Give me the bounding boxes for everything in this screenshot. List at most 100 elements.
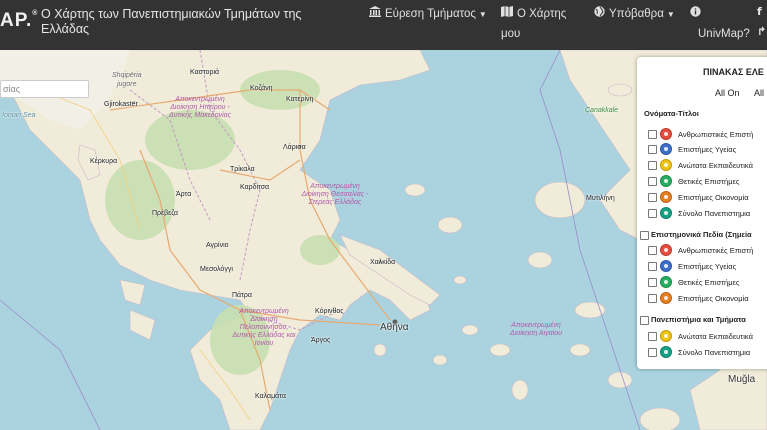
section-heading: Ονόματα-Τίτλοι bbox=[644, 109, 699, 118]
admin-region-label: Αποκεντρωμένη Διοίκηση Ηπείρου - Δυτικής… bbox=[168, 96, 232, 119]
layer-checkbox[interactable] bbox=[648, 331, 657, 341]
map-label: Λάρισα bbox=[283, 144, 306, 151]
caret-down-icon: ▼ bbox=[478, 10, 487, 19]
map-label: Πρέβεζα bbox=[152, 210, 178, 217]
layer-checkbox[interactable] bbox=[648, 160, 657, 170]
layer-item[interactable]: Ανώτατα Εκπαιδευτικά bbox=[648, 158, 753, 172]
globe-icon bbox=[594, 6, 605, 21]
sea-label: Ionian Sea bbox=[2, 112, 36, 119]
layer-checkbox[interactable] bbox=[648, 261, 657, 271]
all-off-button[interactable]: All bbox=[754, 88, 764, 98]
layer-label: Ανώτατα Εκπαιδευτικά bbox=[678, 160, 753, 170]
map-label-athens: Αθήνα bbox=[380, 322, 409, 333]
map-label: Κοζάνη bbox=[250, 85, 273, 92]
section-checkbox[interactable] bbox=[640, 315, 649, 325]
info-menu[interactable]: UnivMap? bbox=[690, 6, 750, 41]
map-label: Αγρίνιο bbox=[206, 242, 229, 249]
map-label: Χαλκίδα bbox=[370, 259, 396, 266]
find-department-label: Εύρεση Τμήματος bbox=[385, 8, 476, 20]
find-department-menu[interactable]: Εύρεση Τμήματος ▼ bbox=[369, 6, 487, 22]
map-label: Άρτα bbox=[176, 191, 192, 198]
legend-panel: ΠΙΝΑΚΑΣ ΕΛΕ All On All Ονόματα-Τίτλοι Αν… bbox=[637, 57, 767, 369]
layer-item[interactable]: Ανθρωπιστικές Επιστή bbox=[648, 243, 753, 257]
basemap-label: Υπόβαθρα bbox=[609, 8, 664, 20]
layer-checkbox[interactable] bbox=[648, 192, 657, 202]
map-label: Κέρκυρα bbox=[90, 158, 118, 165]
marker-icon bbox=[660, 260, 672, 272]
all-on-button[interactable]: All On bbox=[715, 88, 740, 98]
map-label: Καστοριά bbox=[190, 69, 220, 76]
layer-item[interactable]: Σύνολο Πανεπιστημια bbox=[648, 345, 750, 359]
layer-item[interactable]: Θετικές Επιστήμες bbox=[648, 174, 739, 188]
marker-icon bbox=[660, 159, 672, 171]
share-icon[interactable]: ↱ bbox=[757, 25, 766, 38]
layer-label: Θετικές Επιστήμες bbox=[678, 176, 740, 186]
layer-checkbox[interactable] bbox=[648, 176, 657, 186]
admin-region-label: Αποκεντρωμένη Διοίκηση Αιγαίου bbox=[510, 322, 562, 337]
marker-icon bbox=[660, 128, 672, 140]
layer-checkbox[interactable] bbox=[648, 144, 657, 154]
section-heading[interactable]: Επιστημονικά Πεδία (Σημεία bbox=[640, 230, 752, 240]
marker-icon bbox=[660, 346, 672, 358]
layer-item[interactable]: Ανθρωπιστικές Επιστή bbox=[648, 127, 753, 141]
section-checkbox[interactable] bbox=[640, 230, 649, 240]
layer-checkbox[interactable] bbox=[648, 208, 657, 218]
marker-icon bbox=[660, 244, 672, 256]
layer-item[interactable]: Ανώτατα Εκπαιδευτικά bbox=[648, 329, 753, 343]
layer-item[interactable]: Θετικές Επιστήμες bbox=[648, 275, 739, 289]
layer-checkbox[interactable] bbox=[648, 347, 657, 357]
info-icon bbox=[690, 6, 701, 20]
layer-label: Επιστήμες Υγείας bbox=[678, 261, 737, 271]
layer-item[interactable]: Επιστήμες Οικονομία bbox=[648, 190, 749, 204]
map-label: Μεσολόγγι bbox=[200, 266, 233, 273]
map-icon bbox=[501, 6, 513, 21]
marker-icon bbox=[660, 292, 672, 304]
search-input[interactable]: σίας bbox=[0, 80, 89, 98]
my-map-label-1: Ο Χάρτης bbox=[517, 8, 567, 20]
map-label: Καλαμάτα bbox=[255, 393, 286, 400]
layer-label: Επιστήμες Υγείας bbox=[678, 144, 737, 154]
layer-item[interactable]: Σύνολο Πανεπιστημια bbox=[648, 206, 750, 220]
layer-item[interactable]: Επιστήμες Υγείας bbox=[648, 259, 736, 273]
brand-logo[interactable]: AP.® bbox=[0, 10, 38, 32]
map-label: Μυτιλήνη bbox=[586, 195, 615, 202]
map-label: Καρδίτσα bbox=[240, 184, 270, 191]
layer-checkbox[interactable] bbox=[648, 245, 657, 255]
marker-icon bbox=[660, 207, 672, 219]
section-heading[interactable]: Πανεπιστήμια και Τμήματα bbox=[640, 315, 746, 325]
layer-checkbox[interactable] bbox=[648, 293, 657, 303]
marker-icon bbox=[660, 330, 672, 342]
layer-label: Θετικές Επιστήμες bbox=[678, 277, 740, 287]
university-icon bbox=[369, 6, 381, 21]
my-map-menu[interactable]: Ο Χάρτης μου bbox=[501, 6, 566, 41]
map-label: Πάτρα bbox=[232, 292, 252, 299]
admin-region-label: Αποκεντρωμένη Διοίκηση Θεσσαλίας - Στερε… bbox=[301, 183, 369, 206]
marker-icon bbox=[660, 175, 672, 187]
info-label: UnivMap? bbox=[698, 28, 750, 40]
layer-checkbox[interactable] bbox=[648, 129, 657, 139]
marker-icon bbox=[660, 143, 672, 155]
facebook-icon[interactable]: f bbox=[757, 5, 762, 18]
caret-down-icon: ▼ bbox=[666, 10, 675, 19]
marker-icon bbox=[660, 276, 672, 288]
map-label: jugore bbox=[117, 81, 137, 88]
layer-item[interactable]: Επιστήμες Οικονομία bbox=[648, 291, 749, 305]
admin-region-label: Αποκεντρωμένη Διοίκηση Πελοποννήσου, Δυτ… bbox=[232, 308, 296, 347]
map-label: Çanakkale bbox=[585, 107, 619, 114]
layer-item[interactable]: Επιστήμες Υγείας bbox=[648, 142, 736, 156]
top-navbar: AP.® Ο Χάρτης των Πανεπιστημιακών Τμημάτ… bbox=[0, 0, 767, 50]
section-heading-label: Πανεπιστήμια και Τμήματα bbox=[651, 315, 746, 324]
marker-icon bbox=[660, 191, 672, 203]
map-label: Τρίκαλα bbox=[230, 166, 255, 173]
layer-checkbox[interactable] bbox=[648, 277, 657, 287]
basemap-menu[interactable]: Υπόβαθρα ▼ bbox=[594, 6, 675, 22]
layer-label: Ανθρωπιστικές Επιστή bbox=[678, 129, 754, 139]
panel-title: ΠΙΝΑΚΑΣ ΕΛΕ bbox=[703, 67, 764, 77]
layer-label: Ανθρωπιστικές Επιστή bbox=[678, 245, 754, 255]
layer-label: Επιστήμες Οικονομία bbox=[678, 192, 749, 202]
map-label: Κόρινθος bbox=[315, 308, 344, 315]
map-label: Άργος bbox=[311, 337, 331, 344]
layer-label: Σύνολο Πανεπιστημια bbox=[678, 208, 751, 218]
layer-label: Σύνολο Πανεπιστημια bbox=[678, 347, 751, 357]
map-label: Κατερίνη bbox=[286, 96, 314, 103]
